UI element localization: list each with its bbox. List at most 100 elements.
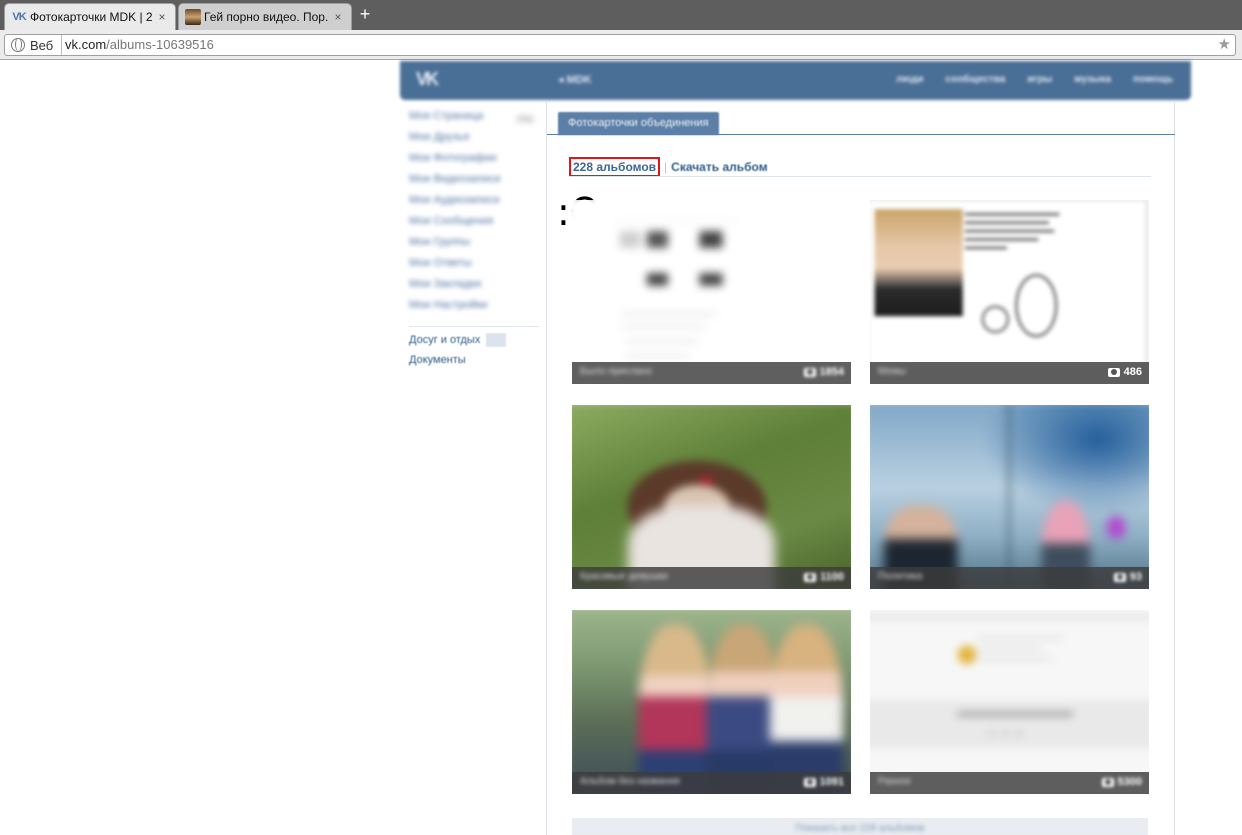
bookmark-star-icon[interactable]: ★ bbox=[1218, 35, 1231, 53]
sidebar-divider bbox=[409, 326, 539, 327]
sidebar-item-friends[interactable]: Мои Друзья bbox=[409, 131, 539, 152]
album-title: Политика bbox=[878, 571, 923, 582]
summary-divider bbox=[569, 176, 1151, 177]
album-cover-image bbox=[572, 405, 851, 589]
tab-underline bbox=[547, 134, 1175, 135]
sidebar-item-my-page[interactable]: Моя Страница ред. bbox=[409, 110, 539, 131]
sidebar-item-bookmarks[interactable]: Мои Закладки bbox=[409, 278, 539, 299]
sidebar-item-label: Мои Группы bbox=[409, 236, 471, 248]
camera-icon bbox=[1113, 572, 1126, 582]
album-caption-bar: Мемы 486 bbox=[870, 362, 1149, 384]
sidebar-item-label: Мои Фотографии bbox=[409, 152, 497, 164]
album-caption-bar: Разное 5300 bbox=[870, 772, 1149, 794]
sidebar-item-photos[interactable]: Мои Фотографии bbox=[409, 152, 539, 173]
browser-tab-strip: VK Фотокарточки MDK | 2... × Гей порно в… bbox=[0, 0, 1242, 30]
back-link[interactable]: ◂ MDK bbox=[558, 73, 592, 86]
album-cover-image bbox=[870, 405, 1149, 589]
sidebar-item-label: Мои Видеозаписи bbox=[409, 173, 501, 185]
back-link-label: MDK bbox=[566, 74, 592, 86]
camera-icon bbox=[1101, 777, 1114, 787]
sidebar-item-label: Мои Сообщения bbox=[409, 215, 494, 227]
album-caption-bar: Было прислано 1854 bbox=[572, 362, 851, 384]
vk-logo-icon: VK bbox=[12, 11, 26, 23]
top-menu-item[interactable]: люди bbox=[896, 74, 923, 85]
album-title: Красивые девушки bbox=[580, 571, 668, 582]
url-host: vk.com bbox=[65, 37, 107, 52]
album-caption-bar: Альбом без названия 1091 bbox=[572, 772, 851, 794]
sidebar-item-leisure[interactable]: Досуг и отдых bbox=[409, 333, 539, 354]
album-photo-count: 1100 bbox=[804, 571, 844, 583]
top-menu-item[interactable]: игры bbox=[1027, 74, 1052, 85]
show-all-albums-button[interactable]: Показать все 228 альбомов bbox=[572, 818, 1148, 835]
album-tile[interactable]: Было прислано 1854 bbox=[572, 200, 851, 384]
top-menu: люди сообщества игры музыка помощь bbox=[896, 74, 1173, 85]
sidebar-item-badge bbox=[486, 333, 507, 347]
sidebar-item-settings[interactable]: Мои Настройки bbox=[409, 299, 539, 320]
address-chip[interactable]: Веб bbox=[5, 35, 63, 55]
url-path: /albums-10639516 bbox=[106, 37, 214, 52]
sidebar-item-label: Мои Закладки bbox=[409, 278, 482, 290]
sidebar-item-answers[interactable]: Мои Ответы bbox=[409, 257, 539, 278]
address-bar[interactable]: Веб vk.com/albums-10639516 ★ bbox=[4, 34, 1236, 56]
browser-tab-active[interactable]: VK Фотокарточки MDK | 2... × bbox=[4, 3, 176, 30]
browser-tab-inactive[interactable]: Гей порно видео. Пор... × bbox=[178, 3, 352, 30]
album-photo-count: 5300 bbox=[1101, 776, 1142, 788]
album-tile[interactable]: Альбом без названия 1091 bbox=[572, 610, 851, 794]
sidebar-item-label: Досуг и отдых bbox=[409, 333, 481, 346]
album-photo-count: 1854 bbox=[803, 366, 844, 378]
close-icon[interactable]: × bbox=[331, 10, 345, 24]
album-cover-image bbox=[870, 610, 1149, 794]
album-tile[interactable]: Красивые девушки 1100 bbox=[572, 405, 851, 589]
vk-header: VK ◂ MDK люди сообщества игры музыка пом… bbox=[400, 61, 1191, 100]
top-menu-item[interactable]: сообщества bbox=[945, 74, 1005, 85]
albums-summary: 228 альбомов | Скачать альбом bbox=[569, 157, 768, 177]
thumbnail-icon bbox=[185, 9, 201, 25]
browser-toolbar: Веб vk.com/albums-10639516 ★ bbox=[0, 30, 1242, 60]
count-value: 486 bbox=[1123, 366, 1142, 378]
download-album-link[interactable]: Скачать альбом bbox=[671, 160, 767, 174]
album-tile[interactable]: Политика 93 bbox=[870, 405, 1149, 589]
tab-community-photos[interactable]: Фотокарточки объединения bbox=[558, 112, 719, 135]
show-all-albums-label: Показать все 228 альбомов bbox=[795, 823, 925, 834]
url-text[interactable]: vk.com/albums-10639516 bbox=[65, 37, 214, 52]
separator: | bbox=[664, 160, 668, 174]
count-value: 93 bbox=[1129, 571, 1142, 583]
address-chip-label: Веб bbox=[30, 37, 54, 53]
close-icon[interactable]: × bbox=[155, 10, 169, 24]
globe-icon bbox=[11, 38, 25, 52]
album-title: Мемы bbox=[878, 366, 907, 377]
edit-badge[interactable]: ред. bbox=[517, 113, 535, 123]
album-tile[interactable]: Разное 5300 bbox=[870, 610, 1149, 794]
album-photo-count: 486 bbox=[1107, 366, 1142, 378]
album-photo-count: 93 bbox=[1113, 571, 1142, 583]
left-sidebar: Моя Страница ред. Мои Друзья Мои Фотограф… bbox=[409, 110, 539, 375]
vk-logo[interactable]: VK bbox=[416, 69, 439, 90]
new-tab-button[interactable]: + bbox=[356, 5, 374, 23]
album-caption-bar: Политика 93 bbox=[870, 567, 1149, 589]
sidebar-item-label: Мои Друзья bbox=[409, 131, 470, 143]
album-count-link[interactable]: 228 альбомов bbox=[569, 157, 661, 177]
top-menu-item[interactable]: музыка bbox=[1074, 74, 1111, 85]
album-cover-image bbox=[572, 610, 851, 794]
album-title: Было прислано bbox=[580, 366, 653, 377]
album-tile[interactable]: Мемы 486 bbox=[870, 200, 1149, 384]
sidebar-item-documents[interactable]: Документы bbox=[409, 354, 539, 375]
camera-icon bbox=[804, 572, 817, 582]
tab-title: Гей порно видео. Пор... bbox=[204, 10, 328, 24]
sidebar-item-label: Моя Страница bbox=[409, 110, 484, 122]
sidebar-item-label: Мои Ответы bbox=[409, 257, 472, 269]
album-title: Альбом без названия bbox=[580, 776, 680, 787]
album-title: Разное bbox=[878, 776, 912, 787]
sidebar-item-messages[interactable]: Мои Сообщения bbox=[409, 215, 539, 236]
sidebar-item-audio[interactable]: Мои Аудиозаписи bbox=[409, 194, 539, 215]
tab-title: Фотокарточки MDK | 2... bbox=[30, 10, 152, 24]
count-value: 1854 bbox=[819, 366, 844, 378]
top-menu-item[interactable]: помощь bbox=[1133, 74, 1173, 85]
count-value: 1100 bbox=[820, 571, 844, 583]
camera-icon bbox=[803, 777, 816, 787]
count-value: 1091 bbox=[819, 776, 844, 788]
sidebar-item-videos[interactable]: Мои Видеозаписи bbox=[409, 173, 539, 194]
album-caption-bar: Красивые девушки 1100 bbox=[572, 567, 851, 589]
sidebar-item-groups[interactable]: Мои Группы bbox=[409, 236, 539, 257]
camera-icon bbox=[803, 367, 816, 377]
